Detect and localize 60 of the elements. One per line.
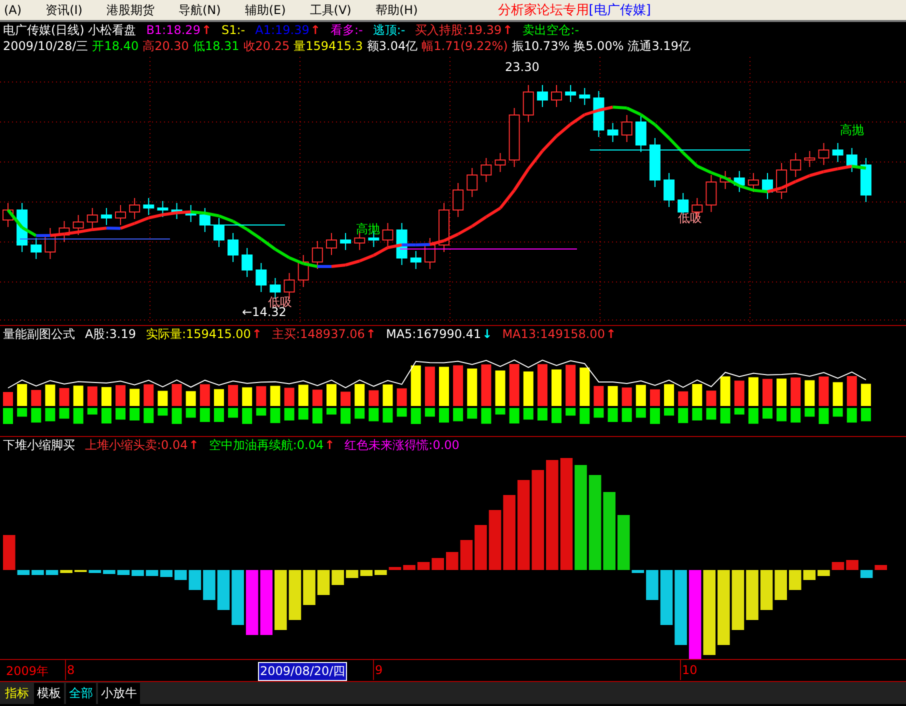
chart-label: 低吸 — [678, 210, 702, 227]
year-label: 2009年 — [6, 663, 49, 680]
cursor-date: 2009/08/20/四 — [258, 662, 348, 681]
arrow-glyph: ↑ — [252, 327, 262, 341]
month-label: 9 — [375, 663, 383, 677]
indicator-value: 空中加油再续航:0.04 — [208, 436, 324, 454]
header-text: B1:18.29 — [146, 23, 200, 37]
menu-item[interactable]: 导航(N) — [178, 2, 221, 18]
header-text: 看多:- — [330, 22, 363, 38]
indicator-value: MA5:167990.41 — [386, 327, 482, 341]
quote-text: 开18.40 — [92, 38, 139, 54]
quote-text: 量159415.3 — [294, 38, 363, 54]
menu-item[interactable]: 辅助(E) — [244, 2, 286, 18]
quote-text: 收20.25 — [243, 38, 290, 54]
chart-label: 高抛 — [840, 122, 864, 139]
quote-text: 振10.73% — [512, 38, 570, 54]
tab[interactable]: 模板 — [34, 682, 64, 704]
indicator-label: 指标 — [4, 684, 30, 702]
arrow-glyph: ↑ — [188, 438, 199, 452]
chart-label: 高抛 — [356, 221, 380, 238]
arrow-glyph: ↑ — [606, 327, 616, 341]
tab[interactable]: 小放牛 — [98, 682, 140, 704]
arrow-glyph: ↓ — [482, 327, 492, 341]
indicator-value: 上堆小缩头卖:0.04 — [85, 436, 188, 454]
menu-item[interactable]: (A) — [4, 3, 22, 17]
quote-text: 高20.30 — [142, 38, 189, 54]
month-label: 8 — [67, 663, 75, 677]
tab[interactable]: 全部 — [66, 682, 96, 704]
chart-label: 23.30 — [505, 60, 540, 74]
header-text: 买入持股:19.39 — [415, 22, 502, 38]
header-text: A1:19.39 — [255, 23, 310, 37]
header-text: 电广传媒(日线) 小松看盘 — [3, 22, 136, 38]
quote-text: 幅1.71(9.22%) — [422, 38, 508, 54]
arrow-glyph: ↑ — [502, 23, 513, 37]
header-text: 卖出空仓:- — [522, 22, 580, 38]
indicator-value: 实际量:159415.00 — [146, 326, 251, 342]
menu-item[interactable]: 帮助(H) — [375, 2, 418, 18]
window-title: 分析家论坛专用 — [498, 2, 589, 19]
quote-text: 2009/10/28/三 — [3, 38, 88, 54]
stock-name: [电广传媒] — [588, 2, 651, 19]
menu-item[interactable]: 资讯(I) — [46, 2, 82, 18]
arrow-glyph: ↑ — [310, 23, 320, 37]
indicator-value: 下堆小缩脚买 — [3, 436, 75, 454]
menu-item[interactable]: 工具(V) — [310, 2, 352, 18]
indicator-value: 量能副图公式 — [3, 326, 75, 342]
indicator-value: MA13:149158.00 — [502, 327, 605, 341]
header-text: S1:- — [222, 23, 246, 37]
indicator-value: A股:3.19 — [85, 326, 136, 342]
quote-text: 低18.31 — [192, 38, 240, 54]
menu-item[interactable]: 港股期货 — [106, 2, 154, 18]
quote-text: 额3.04亿 — [366, 38, 418, 54]
arrow-glyph: ↑ — [324, 438, 335, 452]
arrow-glyph: ↑ — [366, 327, 376, 341]
indicator-value: 红色未来涨得慌:0.00 — [344, 436, 460, 454]
quote-text: 换5.00% — [574, 38, 624, 54]
indicator-value: 主买:148937.06 — [272, 326, 365, 342]
arrow-glyph: ↑ — [201, 23, 212, 37]
month-label: 10 — [682, 663, 698, 677]
quote-text: 流通3.19亿 — [628, 38, 690, 54]
header-text: 逃顶:- — [372, 22, 406, 38]
